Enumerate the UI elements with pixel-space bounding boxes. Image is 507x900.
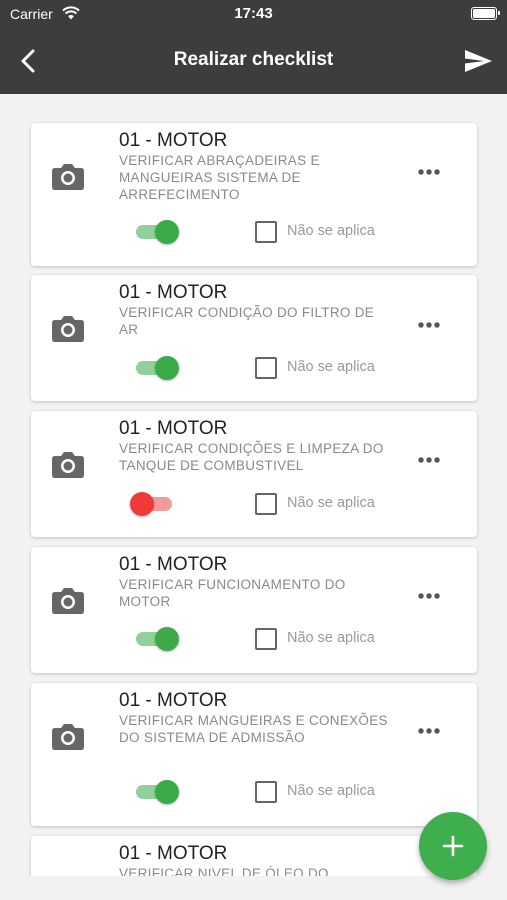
item-description: VERIFICAR FUNCIONAMENTO DO MOTOR — [119, 577, 346, 609]
send-icon[interactable] — [463, 46, 493, 76]
not-applicable-checkbox[interactable] — [255, 357, 277, 379]
checklist-card: 01 - MOTOR VERIFICAR MANGUEIRAS E CONEXÕ… — [31, 683, 477, 826]
page-title: Realizar checklist — [173, 49, 334, 70]
toggle-thumb — [155, 220, 179, 244]
status-bar: Carrier 17:43 — [0, 0, 507, 28]
not-applicable-label: Não se aplica — [287, 359, 375, 375]
toggle-thumb — [155, 627, 179, 651]
camera-icon[interactable] — [51, 313, 85, 343]
not-applicable-label: Não se aplica — [287, 783, 375, 799]
toggle-thumb — [155, 780, 179, 804]
more-options-icon[interactable] — [417, 456, 441, 464]
not-applicable-label: Não se aplica — [287, 223, 375, 239]
item-description: VERIFICAR CONDIÇÃO DO FILTRO DE AR — [119, 305, 375, 337]
more-options-icon[interactable] — [417, 592, 441, 600]
status-toggle[interactable] — [130, 491, 176, 517]
checklist-card: 01 - MOTOR VERIFICAR CONDIÇÃO DO FILTRO … — [31, 275, 477, 401]
checklist-card: 01 - MOTOR VERIFICAR CONDIÇÕES E LIMPEZA… — [31, 411, 477, 537]
item-description: VERIFICAR ABRAÇADEIRAS E MANGUEIRAS SIST… — [119, 153, 320, 202]
plus-icon — [442, 835, 464, 857]
status-time: 17:43 — [234, 5, 273, 22]
camera-icon[interactable] — [51, 449, 85, 479]
camera-icon[interactable] — [51, 721, 85, 751]
item-title: 01 - MOTOR — [119, 690, 228, 711]
camera-icon[interactable] — [51, 161, 85, 191]
item-title: 01 - MOTOR — [119, 130, 228, 151]
camera-icon[interactable] — [51, 585, 85, 615]
battery-icon — [471, 7, 500, 20]
nav-bar: Realizar checklist — [0, 28, 507, 94]
not-applicable-checkbox[interactable] — [255, 493, 277, 515]
status-toggle[interactable] — [134, 355, 180, 381]
more-options-icon[interactable] — [417, 321, 441, 329]
toggle-thumb — [130, 492, 154, 516]
more-options-icon[interactable] — [417, 168, 441, 176]
not-applicable-label: Não se aplica — [287, 495, 375, 511]
item-title: 01 - MOTOR — [119, 418, 228, 439]
item-title: 01 - MOTOR — [119, 554, 228, 575]
checklist-list[interactable]: 01 - MOTOR VERIFICAR ABRAÇADEIRAS E MANG… — [0, 94, 507, 876]
checklist-card: 01 - MOTOR VERIFICAR FUNCIONAMENTO DO MO… — [31, 547, 477, 673]
checklist-card: 01 - MOTOR VERIFICAR NIVEL DE ÓLEO DO — [31, 836, 477, 876]
not-applicable-checkbox[interactable] — [255, 628, 277, 650]
item-title: 01 - MOTOR — [119, 843, 228, 864]
checklist-card: 01 - MOTOR VERIFICAR ABRAÇADEIRAS E MANG… — [31, 123, 477, 266]
not-applicable-checkbox[interactable] — [255, 221, 277, 243]
not-applicable-label: Não se aplica — [287, 630, 375, 646]
more-options-icon[interactable] — [417, 727, 441, 735]
status-toggle[interactable] — [134, 779, 180, 805]
item-description: VERIFICAR MANGUEIRAS E CONEXÕES DO SISTE… — [119, 713, 388, 745]
item-title: 01 - MOTOR — [119, 282, 228, 303]
add-item-button[interactable] — [419, 812, 487, 880]
status-toggle[interactable] — [134, 219, 180, 245]
item-description: VERIFICAR CONDIÇÕES E LIMPEZA DO TANQUE … — [119, 441, 384, 473]
toggle-thumb — [155, 356, 179, 380]
camera-icon[interactable] — [51, 874, 85, 876]
status-toggle[interactable] — [134, 626, 180, 652]
item-description: VERIFICAR NIVEL DE ÓLEO DO — [119, 866, 329, 876]
not-applicable-checkbox[interactable] — [255, 781, 277, 803]
